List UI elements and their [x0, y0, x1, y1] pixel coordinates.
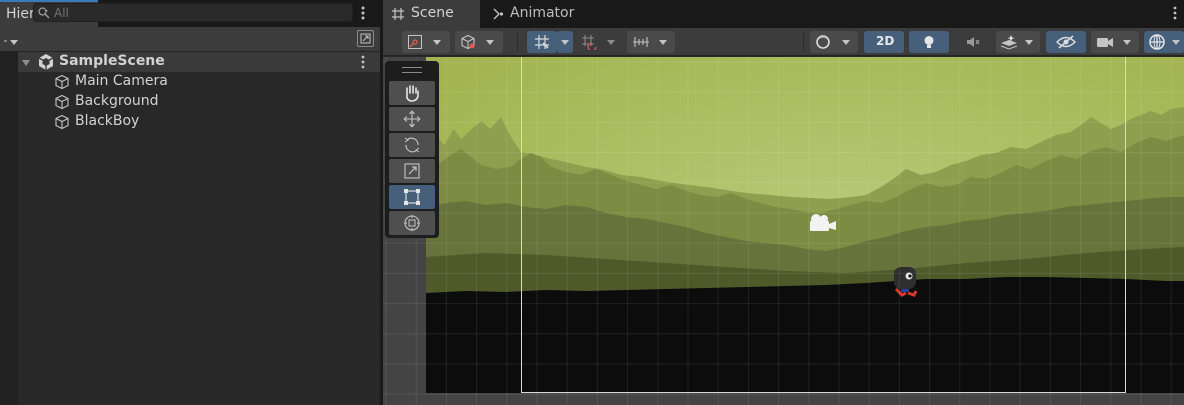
unity-scene-icon	[37, 53, 55, 71]
search-box[interactable]	[33, 3, 353, 22]
tab-label: Animator	[510, 5, 575, 21]
tab-scene[interactable]: Scene	[383, 0, 480, 28]
rotate-tool-button[interactable]	[389, 133, 435, 157]
scene-camera-dropdown[interactable]	[1091, 31, 1139, 53]
gizmos-dropdown[interactable]	[1144, 31, 1184, 53]
chevron-down-icon	[659, 40, 667, 45]
gameobject-cube-icon	[55, 114, 69, 130]
search-icon	[37, 6, 51, 20]
audio-toggle[interactable]	[954, 31, 992, 53]
hierarchy-item-blackboy[interactable]: BlackBoy	[52, 113, 252, 133]
chevron-down-icon	[561, 40, 569, 45]
camera-icon	[1097, 38, 1113, 47]
scene-viewport[interactable]	[383, 57, 1184, 405]
rect-tool-button[interactable]	[389, 185, 435, 209]
chevron-down-icon	[486, 40, 494, 45]
hierarchy-item-background[interactable]: Background	[52, 93, 252, 113]
increment-snapping-dropdown[interactable]	[578, 31, 623, 53]
expand-arrow-icon[interactable]	[21, 57, 31, 67]
chevron-down-icon	[433, 40, 441, 45]
shading-mode-dropdown[interactable]	[810, 31, 858, 53]
speaker-muted-icon	[967, 37, 980, 47]
hand-icon	[406, 85, 419, 102]
search-input[interactable]	[54, 4, 344, 21]
tab-label: Scene	[411, 5, 454, 21]
grid-snapping-dropdown[interactable]	[557, 31, 573, 53]
effects-layers-icon	[1000, 35, 1018, 50]
snap-increment-icon	[582, 35, 597, 50]
lightbulb-icon	[924, 36, 934, 48]
scale-icon	[404, 163, 420, 179]
grid-icon	[392, 8, 404, 20]
scene-menu-icon[interactable]	[358, 54, 368, 70]
create-dropdown-icon[interactable]	[4, 36, 20, 46]
gameobject-cube-icon	[55, 94, 69, 110]
grid-snap-icon	[535, 35, 549, 49]
grid-snapping-toggle[interactable]	[527, 31, 557, 53]
transform-tool-button[interactable]	[389, 211, 435, 235]
hierarchy-item-label: Main Camera	[75, 73, 168, 89]
rect-transform-icon	[404, 189, 420, 205]
chevron-down-icon	[842, 40, 850, 45]
scene-visibility-toggle[interactable]	[1046, 31, 1086, 53]
hierarchy-gutter	[0, 52, 18, 405]
hierarchy-item-main-camera[interactable]: Main Camera	[52, 73, 252, 93]
pivot-handle-dropdown[interactable]	[402, 31, 450, 53]
chevron-down-icon	[1123, 40, 1131, 45]
move-tool-button[interactable]	[389, 107, 435, 131]
effects-dropdown[interactable]	[996, 31, 1040, 53]
global-cube-icon	[461, 34, 475, 50]
tools-overlay	[385, 61, 439, 238]
hierarchy-item-label: BlackBoy	[75, 113, 140, 129]
pivot-icon	[408, 35, 422, 49]
hidden-eye-icon	[1056, 35, 1076, 49]
move-arrows-icon	[403, 110, 421, 128]
animator-icon	[493, 8, 504, 20]
mode-2d-label: 2D	[876, 34, 895, 48]
overlay-drag-handle[interactable]	[402, 67, 422, 73]
rotate-icon	[404, 137, 420, 153]
toolbar-separator	[803, 33, 804, 51]
tab-animator[interactable]: Animator	[485, 0, 595, 28]
grid-visibility-dropdown[interactable]	[627, 31, 675, 53]
toolbar-separator	[517, 33, 518, 51]
grid-ruler-icon	[633, 37, 649, 47]
lighting-toggle[interactable]	[909, 31, 949, 53]
chevron-down-icon	[1172, 40, 1180, 45]
chevron-down-icon	[1025, 40, 1033, 45]
scene-name: SampleScene	[59, 53, 165, 69]
hierarchy-toolbar	[0, 27, 380, 52]
search-options-icon[interactable]	[357, 30, 374, 47]
mode-2d-toggle[interactable]: 2D	[864, 31, 904, 53]
panel-menu-icon[interactable]	[358, 5, 368, 23]
camera-gizmo-icon[interactable]	[807, 212, 839, 234]
hand-tool-button[interactable]	[389, 81, 435, 105]
transform-icon	[404, 215, 420, 231]
global-handle-dropdown[interactable]	[455, 31, 503, 53]
gizmo-globe-icon	[1149, 34, 1165, 50]
scale-tool-button[interactable]	[389, 159, 435, 183]
shading-sphere-icon	[816, 35, 830, 49]
chevron-down-icon	[607, 40, 615, 45]
scene-panel-menu-icon[interactable]	[1170, 5, 1180, 23]
gameobject-cube-icon	[55, 74, 69, 90]
hierarchy-item-label: Background	[75, 93, 159, 109]
